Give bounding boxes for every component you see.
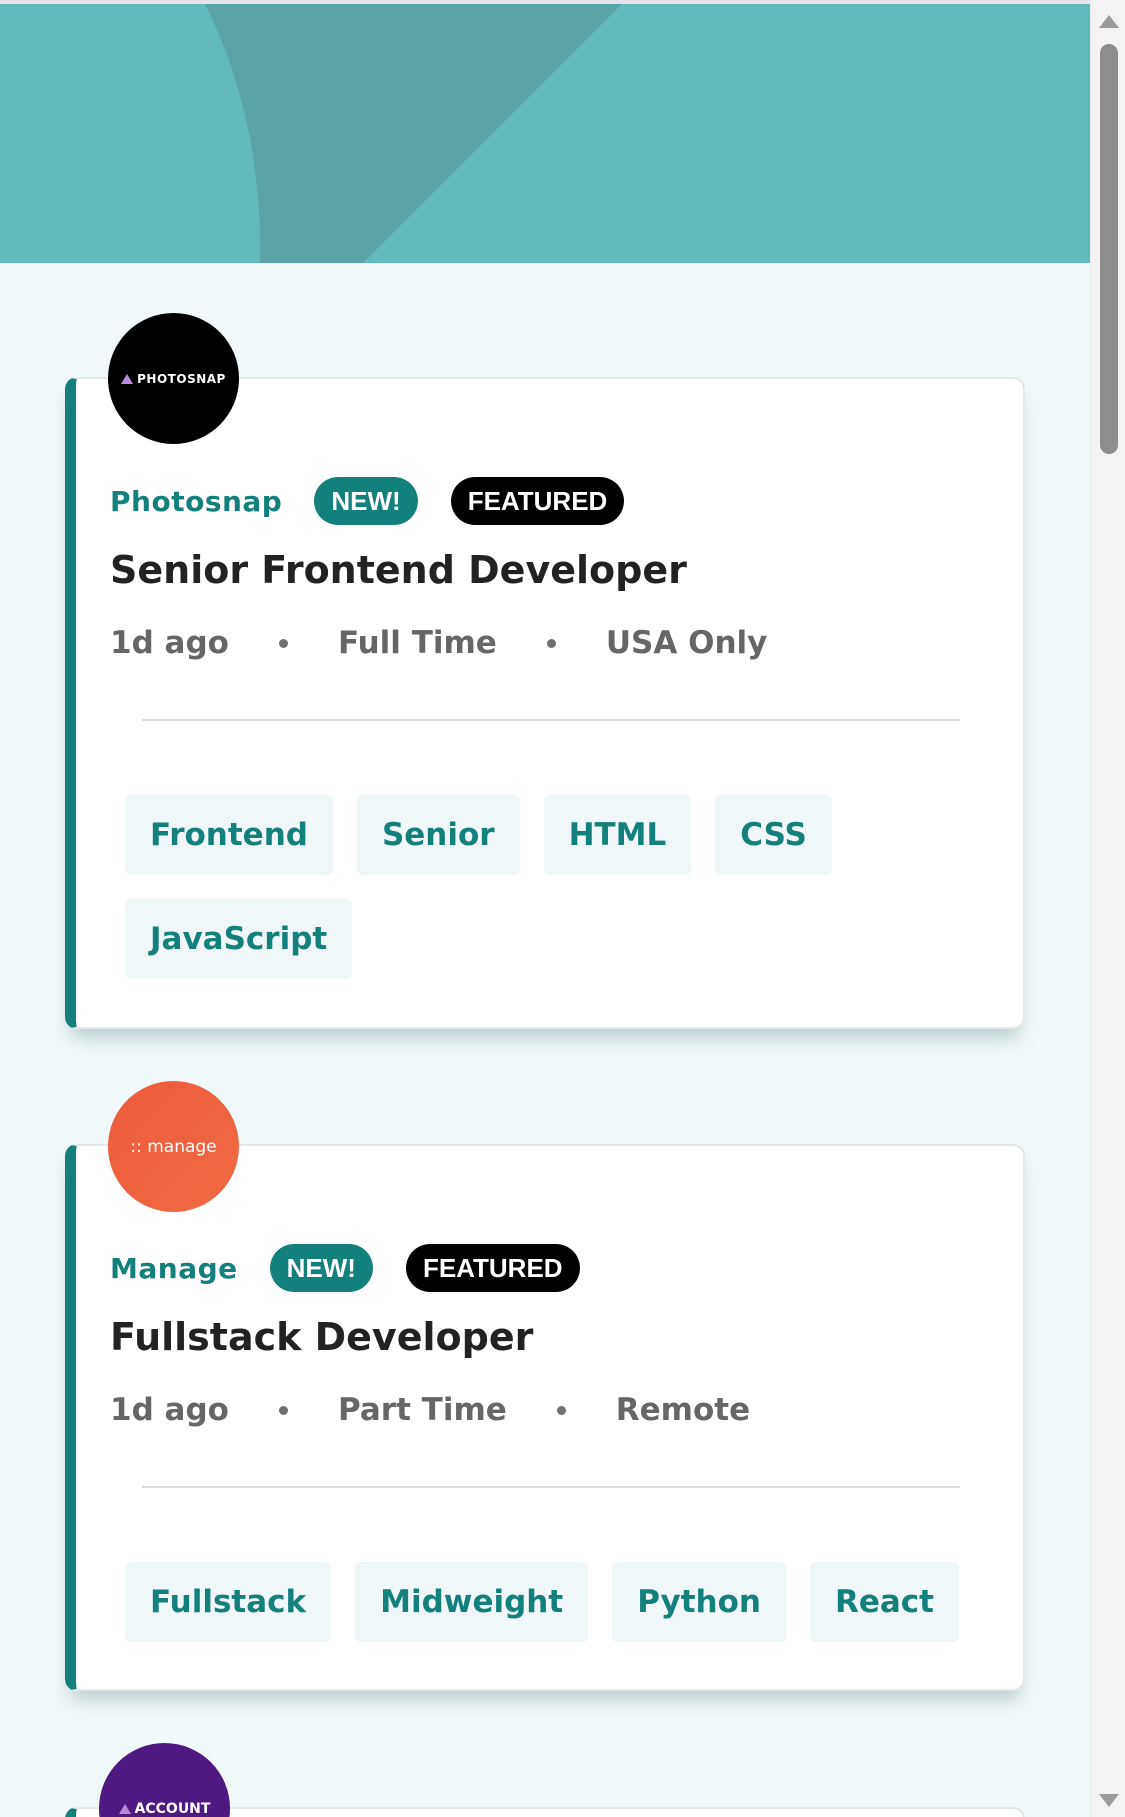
page: PHOTOSNAP Photosnap NEW! FEATURED Senior… xyxy=(0,0,1125,1817)
card-divider xyxy=(142,719,960,721)
separator-dot xyxy=(278,1405,288,1415)
tag-list: Fullstack Midweight Python React xyxy=(125,1562,965,1642)
job-meta: 1d ago Part Time Remote xyxy=(110,1392,750,1428)
job-title[interactable]: Senior Frontend Developer xyxy=(110,548,687,592)
posted-at: 1d ago xyxy=(110,1392,229,1428)
tag-filter-button[interactable]: CSS xyxy=(715,795,832,875)
card-divider xyxy=(142,1486,960,1488)
separator-dot xyxy=(556,1405,566,1415)
logo-text: :: manage xyxy=(130,1136,217,1157)
logo-text: ACCOUNT xyxy=(134,1801,211,1817)
tag-filter-button[interactable]: Python xyxy=(612,1562,786,1642)
scrollbar[interactable] xyxy=(1090,0,1125,1817)
tag-filter-button[interactable]: React xyxy=(809,1562,959,1642)
location: Remote xyxy=(615,1392,751,1428)
new-badge: NEW! xyxy=(314,477,418,525)
tag-filter-button[interactable]: Midweight xyxy=(355,1562,589,1642)
new-badge: NEW! xyxy=(269,1244,373,1292)
contract-type: Full Time xyxy=(337,625,497,661)
company-logo-manage: :: manage xyxy=(108,1081,239,1212)
company-name[interactable]: Manage xyxy=(110,1252,238,1285)
tag-filter-button[interactable]: HTML xyxy=(543,795,692,875)
scroll-thumb[interactable] xyxy=(1100,44,1118,454)
tag-filter-button[interactable]: JavaScript xyxy=(125,899,353,979)
featured-badge: FEATURED xyxy=(405,1244,580,1292)
location: USA Only xyxy=(605,625,768,661)
separator-dot xyxy=(278,638,288,648)
tag-filter-button[interactable]: Fullstack xyxy=(125,1562,332,1642)
separator-dot xyxy=(546,638,556,648)
scroll-down-arrow-icon[interactable] xyxy=(1099,1794,1119,1807)
header-banner xyxy=(0,4,1091,263)
company-row: Photosnap NEW! FEATURED xyxy=(110,476,625,526)
job-meta: 1d ago Full Time USA Only xyxy=(110,625,767,661)
job-title[interactable]: Fullstack Developer xyxy=(110,1315,533,1359)
company-name[interactable]: Photosnap xyxy=(110,485,282,518)
tag-list: Frontend Senior HTML CSS JavaScript xyxy=(125,795,965,979)
company-row: Manage NEW! FEATURED xyxy=(110,1243,580,1293)
logo-text: PHOTOSNAP xyxy=(137,371,226,386)
tag-filter-button[interactable]: Frontend xyxy=(125,795,333,875)
scroll-up-arrow-icon[interactable] xyxy=(1099,15,1119,28)
triangle-logo-icon xyxy=(121,373,134,384)
header-pattern xyxy=(0,4,1091,263)
company-logo-photosnap: PHOTOSNAP xyxy=(108,313,239,444)
company-logo-account: ACCOUNT xyxy=(99,1743,230,1817)
tag-filter-button[interactable]: Senior xyxy=(356,795,520,875)
contract-type: Part Time xyxy=(337,1392,507,1428)
triangle-logo-icon xyxy=(118,1804,131,1814)
featured-badge: FEATURED xyxy=(450,477,625,525)
posted-at: 1d ago xyxy=(110,625,229,661)
